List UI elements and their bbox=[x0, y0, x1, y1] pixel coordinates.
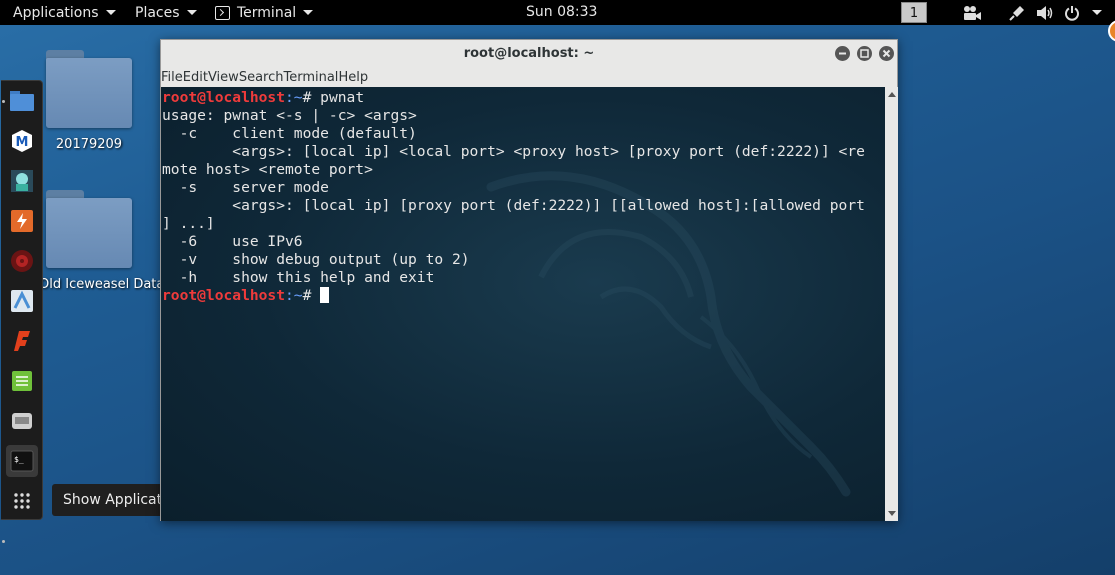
terminal-line: -h show this help and exit bbox=[162, 269, 435, 286]
svg-text:$_: $_ bbox=[14, 455, 24, 464]
microphone-icon[interactable] bbox=[1008, 3, 1026, 22]
menu-terminal[interactable]: Terminal bbox=[283, 68, 338, 87]
places-menu[interactable]: Places bbox=[135, 0, 197, 25]
faraday-icon[interactable] bbox=[6, 325, 38, 357]
text-cursor bbox=[320, 287, 330, 303]
places-label: Places bbox=[135, 4, 180, 21]
desktop-folder[interactable]: Old Iceweasel Data bbox=[39, 190, 165, 292]
show-applications-icon[interactable] bbox=[6, 485, 38, 517]
prompt-path: :~ bbox=[285, 287, 303, 304]
keyboard-icon[interactable] bbox=[6, 405, 38, 437]
prompt-symbol: # bbox=[302, 89, 321, 106]
armitage-icon[interactable] bbox=[6, 165, 38, 197]
top-bar: Applications Places Terminal Sun 08:33 1 bbox=[0, 0, 1115, 25]
scroll-down-icon[interactable] bbox=[888, 511, 896, 516]
metasploit-icon[interactable] bbox=[6, 245, 38, 277]
terminal-line: -c client mode (default) bbox=[162, 125, 417, 142]
prompt-user: root@localhost bbox=[162, 89, 286, 106]
terminal-prompt-line: root@localhost:~# bbox=[162, 287, 885, 305]
menu-help[interactable]: Help bbox=[338, 68, 368, 87]
terminal-line: <args>: [local ip] <local port> <proxy h… bbox=[162, 143, 865, 160]
chevron-down-icon bbox=[186, 10, 197, 15]
prompt-symbol: # bbox=[302, 287, 321, 304]
scroll-up-icon[interactable] bbox=[888, 92, 896, 97]
command-text: pwnat bbox=[320, 89, 365, 106]
notes-icon[interactable] bbox=[6, 365, 38, 397]
desktop-folder[interactable]: 20179209 bbox=[39, 50, 139, 152]
chevron-down-icon bbox=[105, 10, 116, 15]
folder-icon bbox=[46, 50, 132, 128]
window-title: root@localhost: ~ bbox=[463, 46, 595, 61]
running-indicator bbox=[2, 540, 5, 543]
video-camera-icon[interactable] bbox=[962, 3, 982, 22]
files-icon[interactable] bbox=[6, 85, 38, 117]
terminal-app-menu[interactable]: Terminal bbox=[215, 0, 314, 25]
menu-view[interactable]: View bbox=[208, 68, 239, 87]
terminal-line: mote host> <remote port> bbox=[162, 161, 373, 178]
terminal-line: ] ...] bbox=[162, 215, 215, 232]
window-menubar: File Edit View Search Terminal Help bbox=[161, 68, 897, 87]
terminal-line: -v show debug output (up to 2) bbox=[162, 251, 470, 268]
terminal-icon[interactable]: $_ bbox=[6, 445, 38, 477]
power-icon[interactable] bbox=[1064, 3, 1080, 22]
volume-icon[interactable] bbox=[1036, 3, 1054, 22]
menu-edit[interactable]: Edit bbox=[183, 68, 208, 87]
terminal-output[interactable]: root@localhost:~# pwnat usage: pwnat <-s… bbox=[161, 87, 885, 521]
terminal-line: -6 use IPv6 bbox=[162, 233, 303, 250]
applications-menu[interactable]: Applications bbox=[13, 0, 116, 25]
terminal-menu-label: Terminal bbox=[237, 4, 297, 21]
terminal-line: <args>: [local ip] [proxy port (def:2222… bbox=[162, 197, 865, 214]
system-menu-chevron-icon[interactable] bbox=[1092, 10, 1102, 15]
terminal-line: usage: pwnat <-s | -c> <args> bbox=[162, 107, 417, 124]
window-titlebar[interactable]: root@localhost: ~ bbox=[161, 40, 897, 68]
terminal-line: -s server mode bbox=[162, 179, 329, 196]
menu-search[interactable]: Search bbox=[239, 68, 284, 87]
desktop-folder-label: 20179209 bbox=[55, 137, 123, 152]
prompt-user: root@localhost bbox=[162, 287, 286, 304]
running-indicator bbox=[2, 100, 5, 103]
prompt-path: :~ bbox=[285, 89, 303, 106]
terminal-icon bbox=[215, 5, 230, 20]
dock: M $_ bbox=[1, 80, 43, 543]
chevron-down-icon bbox=[303, 10, 314, 15]
minimize-button[interactable] bbox=[835, 46, 850, 61]
terminal-line: root@localhost:~# pwnat bbox=[162, 89, 885, 107]
menu-file[interactable]: File bbox=[161, 68, 183, 87]
terminal-scrollbar[interactable] bbox=[885, 87, 898, 521]
svg-text:M: M bbox=[16, 135, 29, 150]
maximize-button[interactable] bbox=[857, 46, 872, 61]
applications-label: Applications bbox=[13, 4, 99, 21]
workspace-indicator[interactable]: 1 bbox=[901, 2, 927, 23]
beef-icon[interactable] bbox=[6, 285, 38, 317]
desktop-folder-label: Old Iceweasel Data bbox=[39, 277, 165, 292]
burpsuite-icon[interactable] bbox=[6, 205, 38, 237]
maltego-icon[interactable]: M bbox=[6, 125, 38, 157]
clock[interactable]: Sun 08:33 bbox=[526, 4, 597, 20]
terminal-window[interactable]: root@localhost: ~ File Edit View Search … bbox=[160, 39, 898, 521]
close-button[interactable] bbox=[879, 46, 894, 61]
folder-icon bbox=[46, 190, 132, 268]
